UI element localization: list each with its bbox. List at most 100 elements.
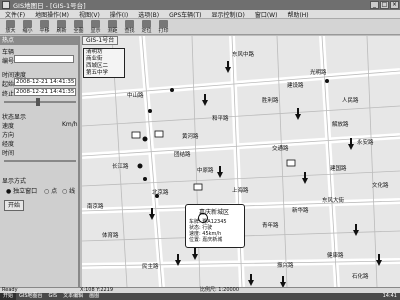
pan-button[interactable]: 平移 [36,19,53,34]
to-label: 终止 [2,91,15,98]
menu-options[interactable]: 选项(B) [133,10,164,19]
close-button[interactable]: × [390,1,399,9]
toolbar: 放大 缩小 平移 刷新 全图 显示 测距 查找 定位 打印 [0,19,400,35]
road-label: 振兴路 [277,263,294,269]
menu-ops[interactable]: 操作(I) [105,10,133,19]
start-button[interactable]: 开始 [4,200,24,211]
poi-label: 西城区二 [86,63,109,69]
road-label: 体育路 [102,233,119,239]
road-label: 建设路 [287,83,304,89]
pan-icon [40,20,49,28]
road-label: 东风中路 [232,52,255,58]
road-label: 青年路 [262,223,279,229]
taskbar-item[interactable]: GIS地图台 [16,293,46,300]
direction-label: 方向 [2,132,15,139]
vehicle-info-popup[interactable]: 嘉庆新城区 车牌: 豫A12345 状态: 行驶 速度: 45km/h 位置: … [185,204,245,248]
menu-view[interactable]: 视图(V) [74,10,105,19]
taskbar: 开始 GIS地图台 GIS 文本编辑 画图 14:41 [0,293,400,300]
road-label: 中原路 [197,168,214,174]
info-icon [198,213,208,223]
refresh-button[interactable]: 刷新 [53,19,70,34]
vehicle-section-label: 车辆 [2,49,15,56]
road-label: 永安路 [357,140,374,146]
taskbar-item[interactable]: GIS [46,293,61,300]
maximize-button[interactable]: □ [380,1,389,9]
pin-icon [142,20,151,28]
left-panel-title: 热点 [0,36,78,45]
printer-icon [159,20,168,28]
window-title: GIS地图日 - [GIS-1号台] [13,2,86,10]
road-label: 石化路 [352,274,369,280]
road-label: 南京路 [87,204,104,210]
zoom-in-icon [6,20,15,28]
road-label: 文化路 [372,183,389,189]
start-menu-button[interactable]: 开始 [0,293,17,300]
refresh-icon [57,20,66,28]
road-label: 中山路 [127,93,144,99]
road-label: 交通路 [272,146,289,152]
road-label: 黄河路 [182,134,199,140]
road-label: 人民路 [342,98,359,104]
display-button[interactable]: 显示 [87,19,104,34]
status-section-label: 状态显示 [2,114,27,121]
search-icon [125,20,134,28]
playback-slider-track[interactable] [4,101,76,103]
menu-gps[interactable]: GPS车辆(T) [164,10,206,19]
poi-label: 第五中学 [86,70,109,76]
road-label: 建国路 [330,166,347,172]
radio-point[interactable]: ○ 点 [44,186,57,195]
measure-button[interactable]: 测距 [104,19,121,34]
radio-independent[interactable]: ● 独立窗口 [6,186,37,195]
speed-slider[interactable] [4,160,76,162]
speed-unit: Km/h [62,121,78,128]
clock: 14:41 [382,293,397,299]
popup-line: 位置: 嘉庆新城 [189,237,223,243]
menu-window[interactable]: 窗口(W) [250,10,283,19]
map-canvas [82,36,400,287]
menu-bar: 文件(F) 地图操作(M) 视图(V) 操作(I) 选项(B) GPS车辆(T)… [0,10,400,19]
globe-icon [74,20,83,28]
locate-button[interactable]: 定位 [138,19,155,34]
road-label: 解放路 [332,122,349,128]
menu-file[interactable]: 文件(F) [0,10,30,19]
road-label: 上海路 [232,188,249,194]
road-label: 和平路 [212,116,229,122]
taskbar-item[interactable]: 画图 [86,293,102,300]
app-icon [2,1,10,9]
left-panel: 热点 车辆 编号 时间速度 起始 2008-12-21 14:41:35 终止 … [0,36,80,287]
poi-label: 商业街 [86,56,103,62]
poi-label: 清明坊 [86,49,103,55]
zoom-out-button[interactable]: 缩小 [19,19,36,34]
road-label: 光明路 [310,70,327,76]
longitude-label: 经度 [2,141,15,148]
minimize-button[interactable]: _ [370,1,379,9]
road-label: 民主路 [142,264,159,270]
playback-slider-handle[interactable] [36,98,40,106]
from-label: 起始 [2,81,15,88]
ruler-icon [108,20,117,28]
print-button[interactable]: 打印 [155,19,172,34]
zoom-in-button[interactable]: 放大 [2,19,19,34]
road-label: 北京路 [152,190,169,196]
road-label: 东风大街 [322,198,345,204]
radio-line[interactable]: ○ 线 [62,186,75,195]
display-section-label: 显示方式 [2,178,27,185]
menu-help[interactable]: 帮助(H) [282,10,313,19]
from-time-field[interactable]: 2008-12-21 14:41:35 [14,78,76,86]
map-view[interactable]: GIS-1号台 清明坊 商业街 西城区二 第五中学 东风中路 中山路 建设路 胜… [82,36,400,287]
road-label: 团结路 [174,152,191,158]
vehicle-id-select[interactable] [14,55,74,63]
road-label: 胜利路 [262,98,279,104]
road-label: 新华路 [292,208,309,214]
road-label: 长江路 [112,164,129,170]
menu-map-ops[interactable]: 地图操作(M) [30,10,74,19]
menu-display[interactable]: 显示控制(D) [207,10,250,19]
taskbar-item[interactable]: 文本编辑 [60,293,86,300]
id-label: 编号 [2,58,15,65]
to-time-field[interactable]: 2008-12-21 14:41:35 [14,88,76,96]
zoom-out-icon [23,20,32,28]
find-button[interactable]: 查找 [121,19,138,34]
full-map-button[interactable]: 全图 [70,19,87,34]
map-tab[interactable]: GIS-1号台 [82,36,119,45]
poi-legend-box: 清明坊 商业街 西城区二 第五中学 [83,48,125,78]
